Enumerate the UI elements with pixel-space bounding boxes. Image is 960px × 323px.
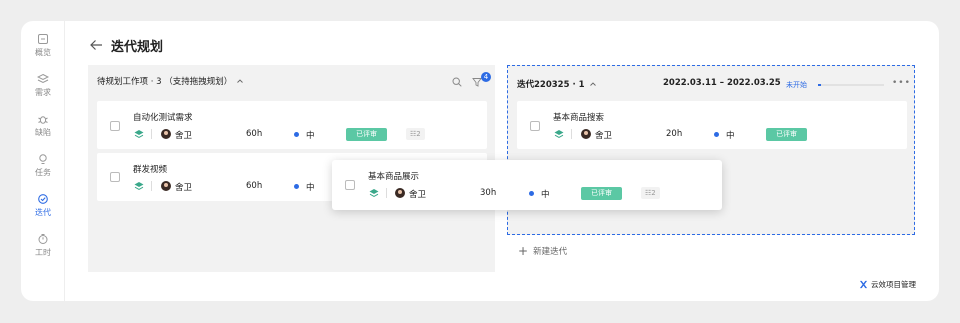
item-checkbox[interactable] [110,172,120,182]
item-hours: 60h [246,181,263,191]
avatar[interactable] [395,188,405,198]
avatar[interactable] [581,129,591,139]
priority-dot [294,132,299,137]
priority-dot [529,191,534,196]
item-checkbox[interactable] [110,121,120,131]
backlog-item[interactable]: 自动化测试需求 舍卫 60h 中 已评审 ☷2 [97,101,487,149]
status-badge[interactable]: 已评审 [346,128,387,141]
item-priority[interactable]: 中 [541,188,550,200]
layers-icon [37,73,49,84]
progress-fill [818,84,822,86]
more-icon[interactable]: ••• [892,78,911,88]
item-name: 基本商品展示 [368,172,420,182]
filter-count-badge: 4 [481,72,491,82]
item-meta: 舍卫 30h 中 已评审 ☷2 [369,187,699,200]
item-name: 自动化测试需求 [133,113,193,123]
clock-icon [38,234,48,244]
item-meta: 舍卫 60h 中 已评审 ☷2 [134,128,464,141]
overview-icon [38,34,48,44]
divider [151,129,152,139]
requirement-type-icon [554,130,564,138]
item-priority[interactable]: 中 [306,181,315,193]
subtask-count: 2 [416,130,421,138]
item-owner: 舍卫 [595,131,613,141]
item-checkbox[interactable] [530,121,540,131]
search-icon[interactable] [452,77,462,87]
nav-label: 任务 [35,168,51,177]
sprint-item[interactable]: 基本商品搜索 舍卫 20h 中 已评审 [517,101,907,149]
nav-label: 工时 [35,248,51,257]
plus-icon: + [518,244,529,258]
yunxiao-logo-icon [859,280,868,289]
bug-icon [38,116,48,124]
chevron-up-icon[interactable] [237,79,244,83]
requirement-type-icon [134,182,144,190]
nav-item-requirements[interactable]: 需求 [21,73,65,98]
back-arrow-icon[interactable] [89,38,103,52]
nav-item-worktime[interactable]: 工时 [21,233,65,258]
item-priority[interactable]: 中 [726,129,735,141]
item-hours: 20h [666,129,683,139]
nav-label: 缺陷 [35,128,51,137]
nav-item-tasks[interactable]: 任务 [21,153,65,178]
page-header: 迭代规划 [89,35,163,55]
bulb-icon [39,154,47,164]
item-meta: 舍卫 20h 中 已评审 [554,128,884,141]
sprint-title: 迭代220325 · 1 [517,80,585,90]
priority-dot [714,132,719,137]
nav-item-overview[interactable]: 概览 [21,33,65,58]
priority-dot [294,184,299,189]
item-owner: 舍卫 [175,183,193,193]
requirement-type-icon [134,130,144,138]
item-checkbox[interactable] [345,180,355,190]
status-badge[interactable]: 已评审 [766,128,807,141]
subtask-badge: ☷2 [641,187,660,199]
avatar[interactable] [161,129,171,139]
nav-item-iterations[interactable]: 迭代 [21,193,65,218]
item-owner: 舍卫 [175,131,193,141]
backlog-header[interactable]: 待规划工作项 · 3 （支持拖拽规划） [97,75,244,87]
avatar[interactable] [161,181,171,191]
nav-label: 迭代 [35,208,51,217]
sprint-dates: 2022.03.11 – 2022.03.25 [663,78,781,88]
iteration-icon [38,194,48,204]
dragging-item[interactable]: 基本商品展示 舍卫 30h 中 已评审 ☷2 [332,160,722,210]
item-name: 基本商品搜索 [553,113,605,123]
side-nav: 概览 需求 缺陷 任务 迭代 工时 [21,21,65,301]
brand: 云效项目管理 [859,279,916,290]
item-name: 群发视频 [133,165,168,175]
item-hours: 60h [246,129,263,139]
nav-item-bugs[interactable]: 缺陷 [21,113,65,138]
status-badge[interactable]: 已评审 [581,187,622,200]
nav-label: 概览 [35,48,51,57]
page-title: 迭代规划 [111,39,164,55]
backlog-title: 待规划工作项 · 3 （支持拖拽规划） [97,77,233,87]
sprint-status[interactable]: 未开始 [786,80,807,90]
sprint-progress [818,84,884,86]
sprint-header[interactable]: 迭代220325 · 1 [517,78,596,90]
divider [386,188,387,198]
subtask-badge: ☷2 [406,128,425,140]
subtask-count: 2 [651,189,656,197]
new-sprint-label: 新建迭代 [533,247,568,257]
brand-name: 云效项目管理 [871,280,916,289]
divider [571,129,572,139]
item-hours: 30h [480,188,497,198]
item-owner: 舍卫 [409,190,427,200]
chevron-up-icon[interactable] [589,82,596,86]
divider [151,181,152,191]
item-priority[interactable]: 中 [306,129,315,141]
nav-label: 需求 [35,88,51,97]
requirement-type-icon [369,189,379,197]
new-sprint-button[interactable]: + 新建迭代 [518,244,567,258]
